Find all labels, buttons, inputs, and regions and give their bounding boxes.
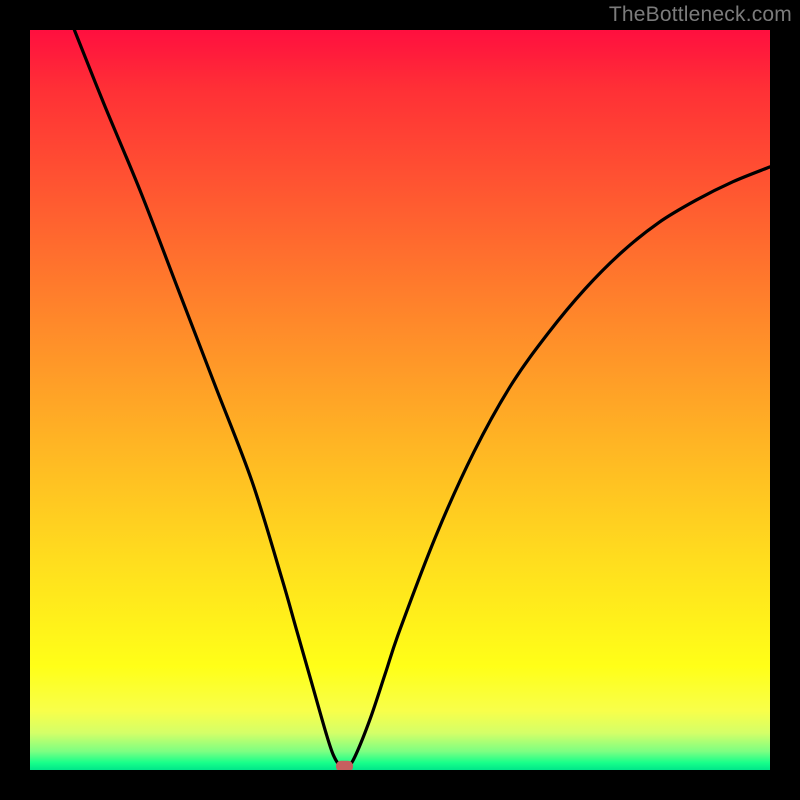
plot-area: [30, 30, 770, 770]
bottleneck-curve-path: [74, 30, 770, 768]
watermark-text: TheBottleneck.com: [609, 3, 792, 27]
chart-frame: TheBottleneck.com: [0, 0, 800, 800]
minimum-marker: [336, 761, 353, 770]
curve-svg: [30, 30, 770, 770]
